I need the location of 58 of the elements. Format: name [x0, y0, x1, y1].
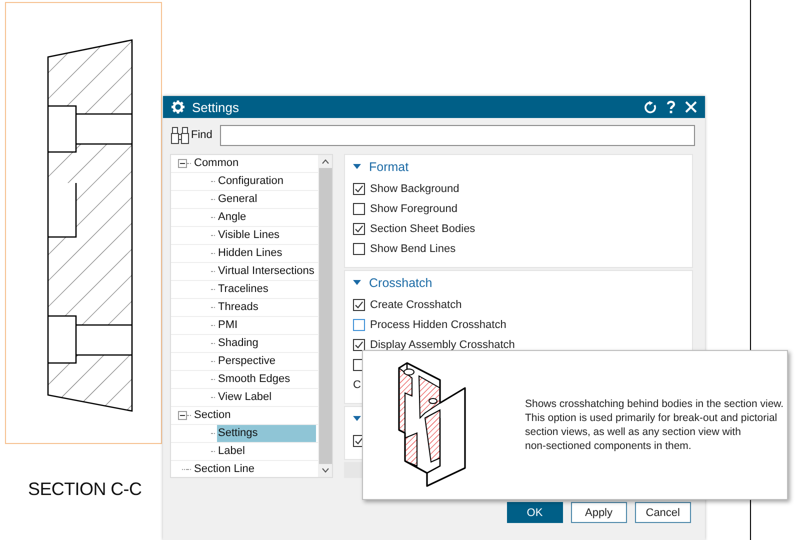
tree-item[interactable]: Shading — [217, 335, 262, 352]
checkbox[interactable] — [353, 223, 365, 235]
refresh-icon[interactable] — [644, 100, 657, 114]
close-icon[interactable] — [685, 101, 697, 113]
checkbox[interactable] — [353, 339, 365, 351]
tree-item[interactable]: Smooth Edges — [217, 371, 294, 388]
checkbox-label: Create Crosshatch — [370, 299, 462, 311]
group-title[interactable]: Format — [369, 160, 409, 174]
tooltip-text: non-sectioned components in them. — [525, 439, 692, 453]
collapse-icon[interactable] — [353, 416, 361, 422]
tree-item[interactable]: Angle — [217, 209, 250, 226]
checkbox-label: Show Bend Lines — [370, 243, 456, 255]
dialog-button[interactable]: Cancel — [634, 502, 691, 523]
tree-item[interactable]: Virtual Intersections — [217, 263, 318, 280]
dialog-button[interactable]: Apply — [570, 502, 627, 523]
tree-item[interactable]: Hidden Lines — [217, 245, 286, 262]
scroll-up-icon[interactable] — [322, 159, 329, 164]
binoculars-icon — [170, 125, 190, 145]
tree-item[interactable]: Configuration — [217, 173, 288, 190]
find-label: Find — [191, 129, 212, 141]
checkbox-label: Section Sheet Bodies — [370, 223, 476, 235]
tree-item[interactable]: PMI — [217, 317, 242, 334]
checkbox-label: Display Assembly Crosshatch — [370, 339, 515, 351]
tree-item[interactable]: Settings — [217, 425, 316, 442]
checkbox[interactable] — [353, 243, 365, 255]
tree-item[interactable]: Common — [193, 155, 243, 172]
tree-item[interactable]: Threads — [217, 299, 262, 316]
settings-icon — [171, 100, 185, 114]
collapse-icon[interactable] — [353, 280, 361, 286]
tree-item[interactable]: Perspective — [217, 353, 280, 370]
ok-button[interactable]: OK — [506, 502, 563, 523]
search-field[interactable] — [220, 124, 695, 146]
scroll-down-icon[interactable] — [322, 468, 329, 473]
tree-item[interactable]: Tracelines — [217, 281, 272, 298]
checkbox[interactable] — [353, 299, 365, 311]
checkbox-label: Show Foreground — [370, 203, 458, 215]
window-title: Settings — [192, 100, 240, 114]
checkbox[interactable] — [353, 203, 365, 215]
view-label: SECTION C-C — [28, 479, 142, 500]
tooltip-text: section views, as well as any section view with — [525, 425, 742, 439]
checkbox[interactable] — [353, 319, 365, 331]
tree-item[interactable]: Visible Lines — [217, 227, 284, 244]
checkbox[interactable] — [353, 183, 365, 195]
checkbox-label: Process Hidden Crosshatch — [370, 319, 506, 331]
tooltip-text: This option is used primarily for break-out and pictorial — [525, 411, 778, 425]
tooltip-text: Shows crosshatching behind bodies in the section view. — [525, 397, 784, 411]
group-title[interactable]: Crosshatch — [369, 276, 432, 290]
help-icon[interactable] — [666, 100, 676, 114]
tree-item[interactable]: Section Line — [193, 461, 259, 478]
collapse-icon[interactable] — [178, 159, 187, 168]
collapse-icon[interactable] — [178, 411, 187, 420]
tree-item[interactable]: Label — [217, 443, 249, 460]
tree-item[interactable]: View Label — [217, 389, 276, 406]
tree-item[interactable]: General — [217, 191, 262, 208]
option-label: C — [353, 379, 361, 391]
tree-item[interactable]: Section — [193, 407, 235, 424]
checkbox-label: Show Background — [370, 183, 460, 195]
collapse-icon[interactable] — [353, 164, 361, 170]
